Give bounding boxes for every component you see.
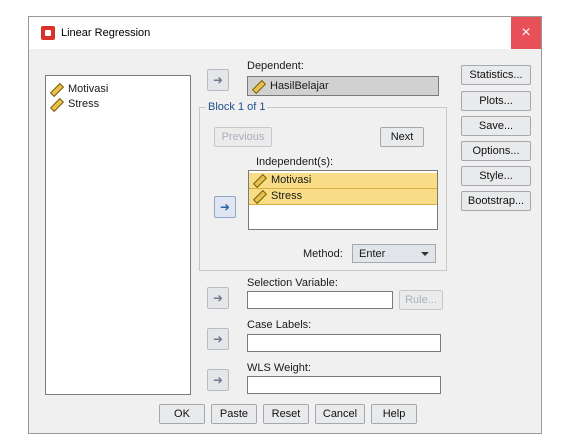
reset-button[interactable]: Reset <box>263 404 309 424</box>
block-group: Block 1 of 1 Previous Next Independent(s… <box>199 101 447 271</box>
source-variable-list[interactable]: Motivasi Stress <box>45 75 191 395</box>
spss-app-icon <box>41 26 55 40</box>
linear-regression-dialog: Linear Regression × Motivasi Stress ➜ De… <box>28 16 542 434</box>
move-to-case-labels-button[interactable]: ➜ <box>207 328 229 350</box>
list-item[interactable]: Motivasi <box>249 173 437 189</box>
ok-button[interactable]: OK <box>159 404 205 424</box>
case-labels-label: Case Labels: <box>247 319 312 331</box>
ruler-scale-icon <box>49 97 65 113</box>
block-title: Block 1 of 1 <box>206 101 268 113</box>
cancel-button[interactable]: Cancel <box>315 404 365 424</box>
style-button[interactable]: Style... <box>461 166 531 186</box>
paste-button[interactable]: Paste <box>211 404 257 424</box>
wls-weight-label: WLS Weight: <box>247 362 311 374</box>
help-button[interactable]: Help <box>371 404 417 424</box>
independents-label: Independent(s): <box>256 156 334 168</box>
ruler-scale-icon <box>49 82 65 98</box>
options-button[interactable]: Options... <box>461 141 531 161</box>
move-to-independents-button[interactable]: ➜ <box>214 196 236 218</box>
case-labels-field[interactable] <box>247 334 441 352</box>
selection-variable-label: Selection Variable: <box>247 277 338 289</box>
method-select[interactable]: Enter <box>352 244 436 263</box>
dependent-field[interactable]: HasilBelajar <box>247 76 439 96</box>
dependent-label: Dependent: <box>247 60 304 72</box>
wls-weight-field[interactable] <box>247 376 441 394</box>
method-label: Method: <box>303 248 343 260</box>
next-button[interactable]: Next <box>380 127 424 147</box>
chevron-down-icon <box>421 252 429 256</box>
bootstrap-button[interactable]: Bootstrap... <box>461 191 531 211</box>
rule-button[interactable]: Rule... <box>399 290 443 310</box>
title-bar: Linear Regression × <box>29 17 541 49</box>
list-item[interactable]: Stress <box>46 97 190 113</box>
list-item[interactable]: Motivasi <box>46 82 190 98</box>
ruler-scale-icon <box>252 173 268 189</box>
move-to-selection-button[interactable]: ➜ <box>207 287 229 309</box>
independents-list[interactable]: Motivasi Stress <box>248 170 438 230</box>
close-button[interactable]: × <box>511 17 541 49</box>
window-title: Linear Regression <box>61 27 151 39</box>
ruler-scale-icon <box>251 79 267 95</box>
list-item[interactable]: Stress <box>249 189 437 205</box>
selection-variable-field[interactable] <box>247 291 393 309</box>
statistics-button[interactable]: Statistics... <box>461 65 531 85</box>
previous-button[interactable]: Previous <box>214 127 272 147</box>
move-to-dependent-button[interactable]: ➜ <box>207 69 229 91</box>
move-to-wls-weight-button[interactable]: ➜ <box>207 369 229 391</box>
save-button[interactable]: Save... <box>461 116 531 136</box>
ruler-scale-icon <box>252 189 268 205</box>
plots-button[interactable]: Plots... <box>461 91 531 111</box>
